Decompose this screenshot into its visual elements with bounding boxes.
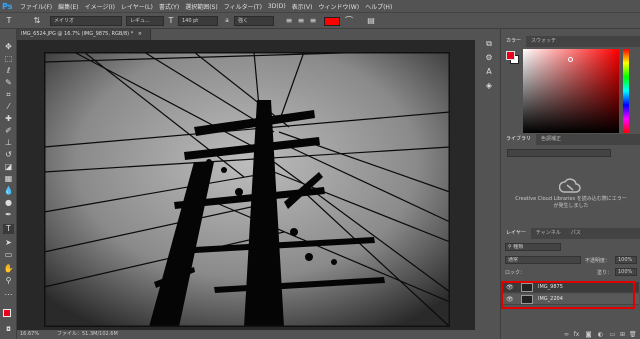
tools-panel: ✥ ⬚ ℓ ✎ ⌗ ⁄ ✚ ✐ ⊥ ↺ ◪ ▦ 💧 ● ✒ T ➤ ▭ ✋ ⚲ …	[0, 29, 17, 339]
clone-stamp-tool-icon[interactable]: ⊥	[3, 138, 14, 148]
menu-type[interactable]: 書式(Y)	[159, 2, 179, 11]
menu-3d[interactable]: 3D(D)	[268, 3, 286, 10]
character-panel-icon[interactable]: A	[484, 67, 494, 77]
power-pole-photo	[44, 52, 450, 327]
history-panel-icon[interactable]: ⧉	[484, 39, 494, 49]
more-tools-icon[interactable]: …	[3, 288, 14, 298]
font-style-select[interactable]: レギュ...	[126, 16, 164, 26]
eyedropper-tool-icon[interactable]: ⁄	[3, 102, 14, 112]
anti-alias-select[interactable]: 強く	[234, 16, 274, 26]
image-canvas[interactable]	[44, 52, 450, 327]
libraries-error-message: Creative Cloud Libraries を読み込む際にエラーが発生しま…	[515, 196, 627, 209]
hue-slider[interactable]	[623, 49, 629, 133]
filter-kind-label: 種類	[513, 244, 524, 250]
blur-tool-icon[interactable]: 💧	[3, 186, 14, 196]
tab-swatches[interactable]: スウォッチ	[526, 36, 561, 47]
character-panel-icon[interactable]: ▤	[366, 16, 376, 26]
creative-cloud-icon	[559, 178, 581, 193]
shape-tool-icon[interactable]: ▭	[3, 250, 14, 260]
align-right-icon[interactable]: ≡	[308, 16, 318, 26]
3d-panel-icon[interactable]: ◈	[484, 81, 494, 91]
align-left-icon[interactable]: ≡	[284, 16, 294, 26]
font-size-field[interactable]: 140 pt	[178, 16, 218, 26]
layer-style-icon[interactable]: fx	[573, 331, 580, 338]
properties-panel-icon[interactable]: ⚙	[484, 53, 494, 63]
fill-label: 塗り：	[597, 270, 613, 276]
options-bar: T ⇅ メイリオ レギュ... T 140 pt a 強く ≡ ≡ ≡ ⌒ ▤	[0, 12, 640, 29]
menu-edit[interactable]: 編集(E)	[58, 2, 78, 11]
hand-tool-icon[interactable]: ✋	[3, 264, 14, 274]
text-color-swatch[interactable]	[324, 17, 340, 26]
anti-alias-icon: a	[225, 17, 229, 24]
menu-help[interactable]: ヘルプ(H)	[365, 2, 392, 11]
menu-layer[interactable]: レイヤー(L)	[121, 2, 153, 11]
type-tool-icon[interactable]: T	[3, 224, 14, 234]
tab-color[interactable]: カラー	[501, 36, 527, 47]
document-tab-title: IMG_6524.JPG @ 16.7% (IMG_9875, RGB/8) *	[21, 31, 134, 37]
photoshop-logo: Ps	[2, 1, 13, 11]
adjustment-layer-icon[interactable]: ◐	[597, 331, 604, 338]
opacity-label: 不透明度：	[585, 258, 611, 264]
layer-filter-select[interactable]: ⚲ 種類	[505, 243, 561, 251]
tab-adjustments[interactable]: 色調補正	[536, 134, 566, 145]
blend-mode-select[interactable]: 通常	[505, 256, 581, 264]
dodge-tool-icon[interactable]: ●	[3, 198, 14, 208]
delete-layer-icon[interactable]: 🗑	[629, 331, 637, 338]
quick-select-tool-icon[interactable]: ✎	[3, 78, 14, 88]
type-tool-preset-icon[interactable]: T	[4, 16, 14, 26]
link-layers-icon[interactable]: ∞	[563, 331, 570, 338]
opacity-field[interactable]: 100%	[615, 256, 637, 264]
healing-brush-tool-icon[interactable]: ✚	[3, 114, 14, 124]
history-brush-tool-icon[interactable]: ↺	[3, 150, 14, 160]
color-panel-foreground-swatch[interactable]	[506, 51, 515, 60]
status-bar: 16.67% ファイル：51.3M/102.6M	[17, 330, 475, 339]
add-mask-icon[interactable]: ◙	[585, 331, 592, 338]
libraries-panel-tabs: ライブラリ 色調補正	[501, 134, 640, 145]
new-layer-icon[interactable]: ⊞	[619, 331, 626, 338]
layers-panel-tabs: レイヤー チャンネル パス	[501, 228, 640, 239]
menu-filter[interactable]: フィルター(T)	[224, 2, 262, 11]
fill-field[interactable]: 100%	[615, 268, 637, 276]
tab-paths[interactable]: パス	[566, 228, 586, 239]
lasso-tool-icon[interactable]: ℓ	[3, 66, 14, 76]
menu-view[interactable]: 表示(V)	[292, 2, 313, 11]
tab-libraries[interactable]: ライブラリ	[501, 134, 537, 145]
align-center-icon[interactable]: ≡	[296, 16, 306, 26]
foreground-color-swatch[interactable]	[3, 309, 11, 317]
move-tool-icon[interactable]: ✥	[3, 42, 14, 52]
panel-icon-strip: ⧉ ⚙ A ◈	[480, 29, 498, 119]
color-panel-tabs: カラー スウォッチ	[501, 36, 640, 47]
text-orientation-icon[interactable]: ⇅	[32, 16, 42, 26]
path-select-tool-icon[interactable]: ➤	[3, 238, 14, 248]
color-picker-ring[interactable]	[568, 57, 573, 62]
brush-tool-icon[interactable]: ✐	[3, 126, 14, 136]
file-size-info[interactable]: ファイル：51.3M/102.6M	[57, 330, 118, 339]
marquee-tool-icon[interactable]: ⬚	[3, 54, 14, 64]
new-group-icon[interactable]: ▭	[609, 331, 616, 338]
menu-select[interactable]: 選択範囲(S)	[185, 2, 218, 11]
quick-mask-icon[interactable]: ◘	[3, 325, 14, 335]
zoom-tool-icon[interactable]: ⚲	[3, 276, 14, 286]
library-select[interactable]	[507, 149, 611, 157]
font-size-icon: T	[168, 16, 174, 25]
menu-file[interactable]: ファイル(F)	[20, 2, 52, 11]
lock-label: ロック：	[505, 270, 526, 276]
menu-image[interactable]: イメージ(I)	[85, 2, 115, 11]
menu-bar: Ps ファイル(F) 編集(E) イメージ(I) レイヤー(L) 書式(Y) 選…	[0, 0, 640, 12]
highlight-annotation-box	[501, 281, 635, 309]
eraser-tool-icon[interactable]: ◪	[3, 162, 14, 172]
gradient-tool-icon[interactable]: ▦	[3, 174, 14, 184]
pen-tool-icon[interactable]: ✒	[3, 210, 14, 220]
document-tab[interactable]: IMG_6524.JPG @ 16.7% (IMG_9875, RGB/8) *…	[17, 29, 151, 40]
tab-channels[interactable]: チャンネル	[531, 228, 566, 239]
crop-tool-icon[interactable]: ⌗	[3, 90, 14, 100]
tab-layers[interactable]: レイヤー	[501, 228, 531, 239]
layers-bottom-toolbar: ∞ fx ◙ ◐ ▭ ⊞ 🗑	[501, 331, 640, 339]
menu-window[interactable]: ウィンドウ(W)	[318, 2, 359, 11]
zoom-level[interactable]: 16.67%	[20, 330, 39, 339]
font-family-select[interactable]: メイリオ	[50, 16, 122, 26]
warp-text-icon[interactable]: ⌒	[344, 16, 354, 26]
close-tab-icon[interactable]: ×	[138, 31, 142, 37]
